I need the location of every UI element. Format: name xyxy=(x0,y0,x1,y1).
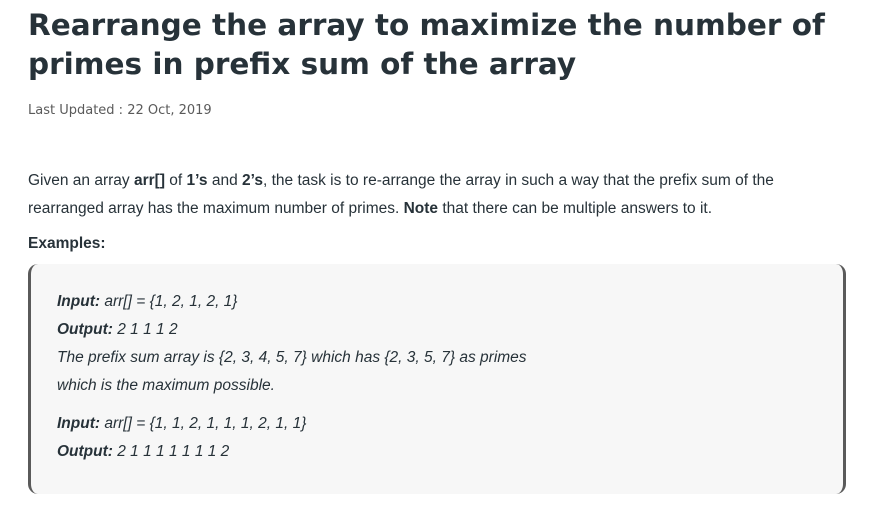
output-value: 2 1 1 1 1 1 1 1 2 xyxy=(112,443,230,460)
intro-text-1: Given an array xyxy=(28,172,134,189)
example-1-explanation-line-2: which is the maximum possible. xyxy=(57,377,275,394)
examples-box: Input: arr[] = {1, 2, 1, 2, 1} Output: 2… xyxy=(28,264,846,494)
article: Rearrange the array to maximize the numb… xyxy=(28,0,858,254)
input-label: Input: xyxy=(57,415,101,432)
example-2-output: Output: 2 1 1 1 1 1 1 1 2 xyxy=(57,438,306,466)
last-updated: Last Updated : 22 Oct, 2019 xyxy=(28,102,858,120)
example-1-input: Input: arr[] = {1, 2, 1, 2, 1} xyxy=(57,288,527,316)
example-2: Input: arr[] = {1, 1, 2, 1, 1, 1, 2, 1, … xyxy=(57,410,306,466)
intro-bold-ones: 1’s xyxy=(186,172,208,189)
example-1-explanation-line-1: The prefix sum array is {2, 3, 4, 5, 7} … xyxy=(57,349,527,366)
last-updated-label: Last Updated : xyxy=(28,103,128,118)
intro-bold-arr: arr[] xyxy=(133,172,165,189)
intro-text-2: of xyxy=(164,172,187,189)
example-2-input: Input: arr[] = {1, 1, 2, 1, 1, 1, 2, 1, … xyxy=(57,410,306,438)
examples-heading: Examples: xyxy=(28,235,106,252)
problem-statement: Given an array arr[] of 1’s and 2’s, the… xyxy=(28,167,853,223)
intro-text-3: and xyxy=(207,172,242,189)
example-1: Input: arr[] = {1, 2, 1, 2, 1} Output: 2… xyxy=(57,288,527,400)
intro-text-5: that there can be multiple answers to it… xyxy=(438,200,713,217)
intro-bold-note: Note xyxy=(403,200,439,217)
output-value: 2 1 1 1 2 xyxy=(112,321,178,338)
intro-bold-twos: 2’s xyxy=(242,172,263,189)
output-label: Output: xyxy=(57,443,113,460)
last-updated-date: 22 Oct, 2019 xyxy=(127,103,212,118)
example-1-output: Output: 2 1 1 1 2 xyxy=(57,316,527,344)
output-label: Output: xyxy=(57,321,113,338)
input-label: Input: xyxy=(57,293,101,310)
article-title: Rearrange the array to maximize the numb… xyxy=(28,8,825,81)
input-value: arr[] = {1, 1, 2, 1, 1, 1, 2, 1, 1} xyxy=(100,415,307,432)
input-value: arr[] = {1, 2, 1, 2, 1} xyxy=(100,293,238,310)
